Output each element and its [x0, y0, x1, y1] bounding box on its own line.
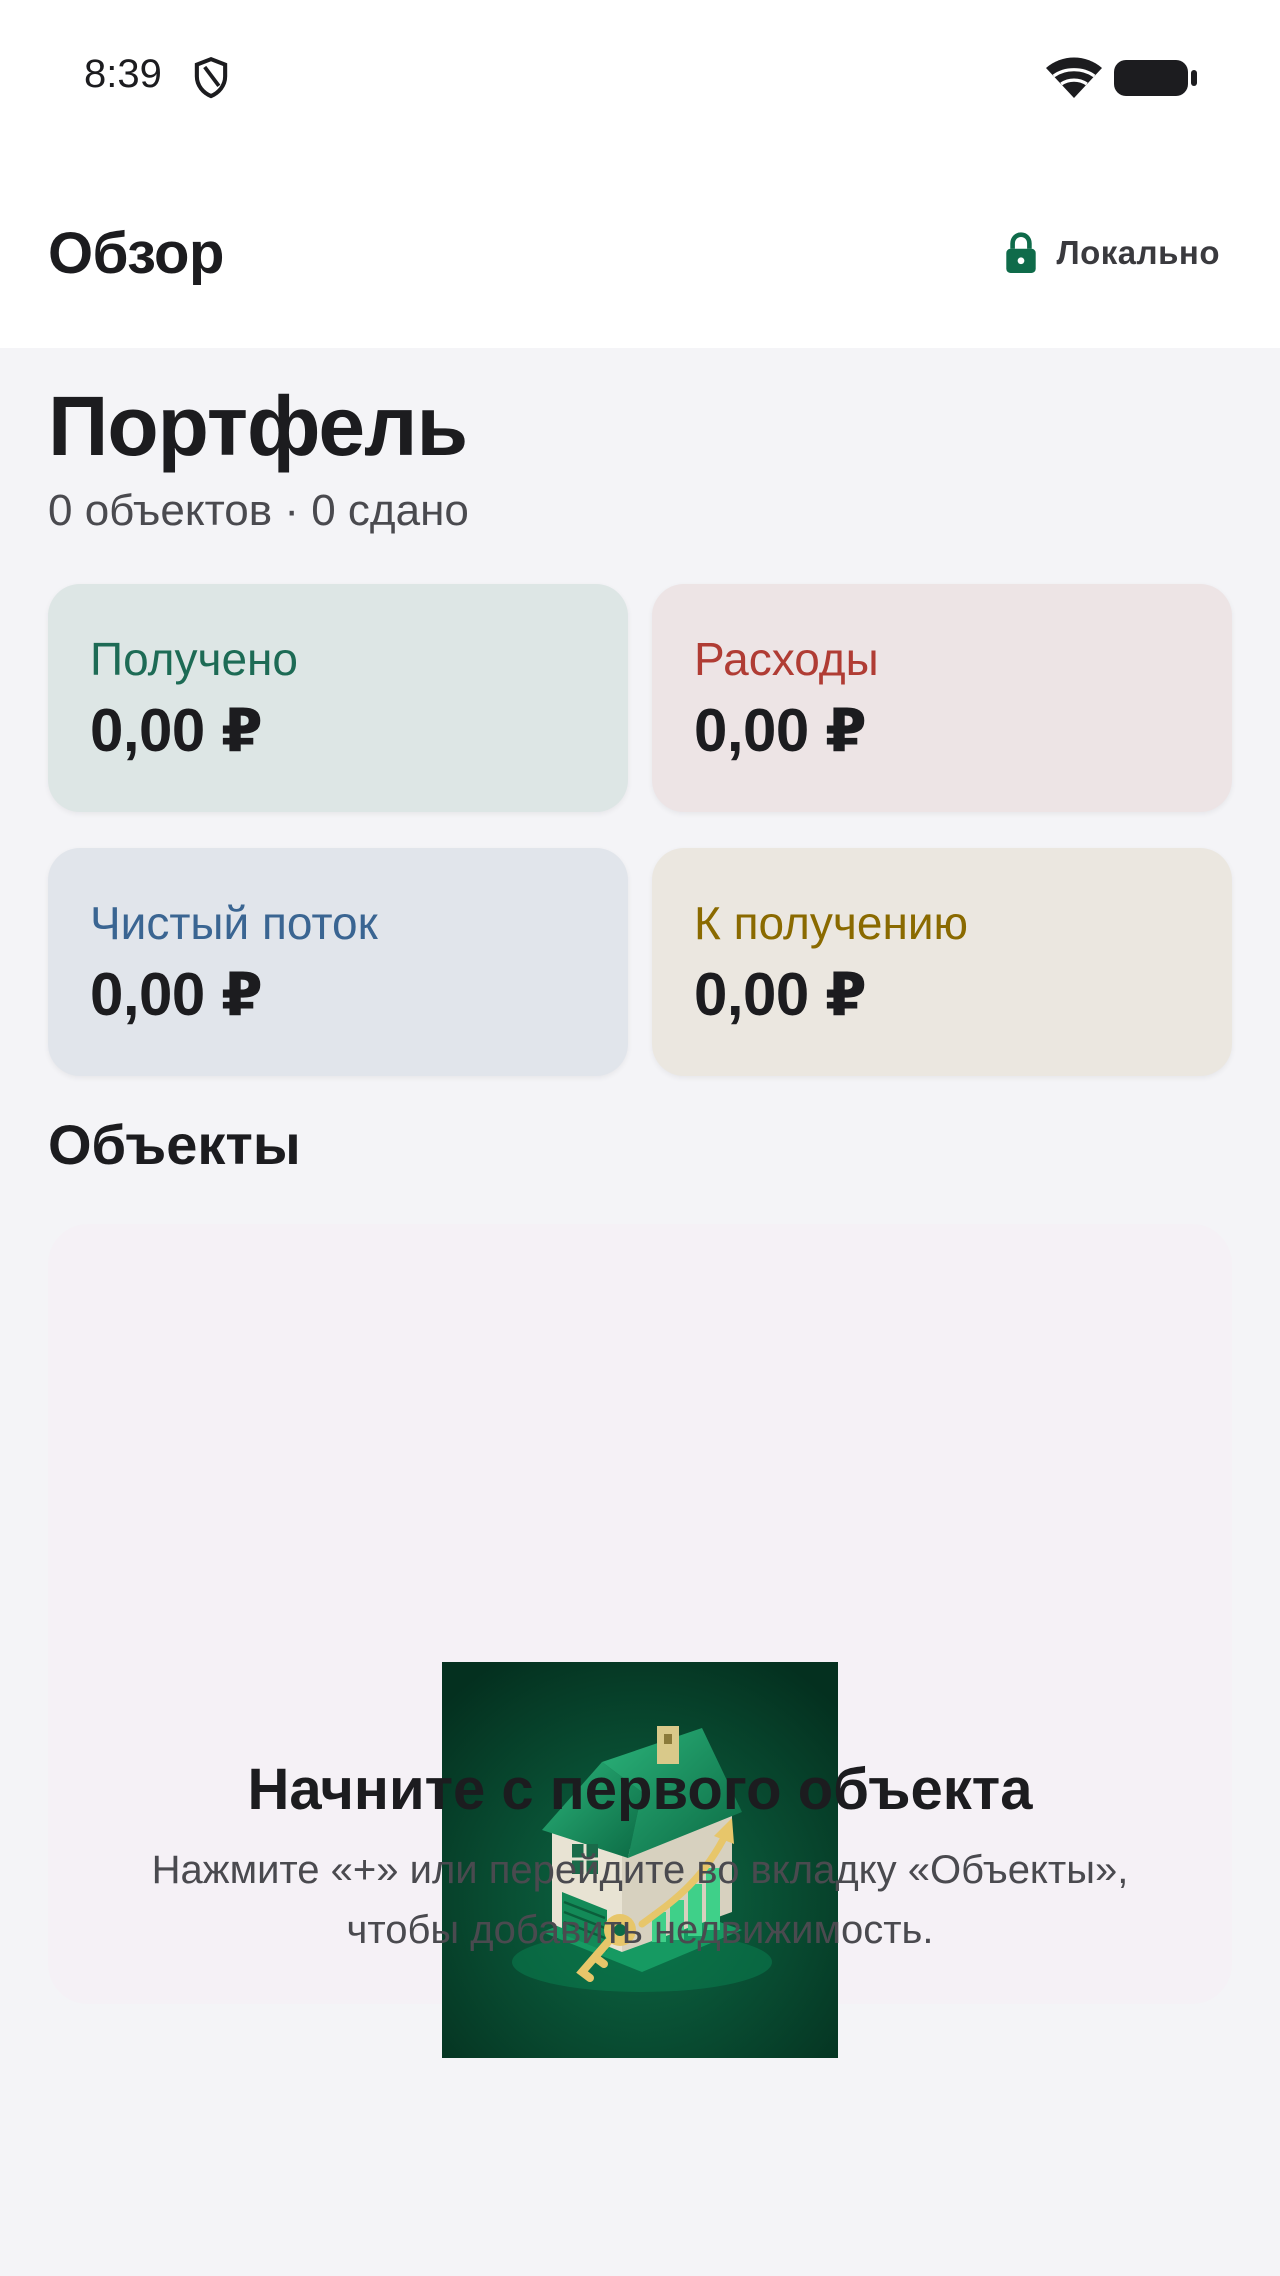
battery-icon — [1114, 60, 1197, 96]
shield-icon — [194, 56, 228, 99]
lock-icon — [1006, 232, 1037, 273]
portfolio-subtitle: 0 объектов · 0 сдано — [48, 486, 469, 535]
objects-section-title: Объекты — [48, 1113, 301, 1176]
page-title: Обзор — [48, 221, 224, 286]
stat-value: 0,00 ₽ — [694, 697, 867, 764]
storage-mode-chip[interactable]: Локально — [1004, 228, 1220, 278]
stat-card-received[interactable]: Получено 0,00 ₽ — [48, 584, 628, 812]
empty-state-title: Начните с первого объекта — [247, 1757, 1033, 1822]
stat-value: 0,00 ₽ — [90, 697, 263, 764]
stat-label: Получено — [90, 633, 299, 685]
stat-card-net-flow[interactable]: Чистый поток 0,00 ₽ — [48, 848, 628, 1076]
stat-value: 0,00 ₽ — [694, 961, 867, 1028]
stat-value: 0,00 ₽ — [90, 961, 263, 1028]
empty-state-text: Нажмите «+» или перейдите во вкладку «Об… — [151, 1848, 1129, 1952]
wifi-icon — [1046, 57, 1102, 98]
status-bar: 8:39 — [0, 0, 1280, 152]
stat-label: Чистый поток — [90, 897, 378, 949]
stat-label: Расходы — [694, 633, 879, 685]
stat-label: К получению — [694, 897, 969, 949]
status-time: 8:39 — [84, 52, 162, 96]
storage-mode-label: Локально — [1056, 234, 1220, 271]
app-bar: Обзор Локально — [0, 152, 1280, 348]
stat-card-receivable[interactable]: К получению 0,00 ₽ — [652, 848, 1232, 1076]
stat-card-expenses[interactable]: Расходы 0,00 ₽ — [652, 584, 1232, 812]
portfolio-title: Портфель — [48, 379, 468, 473]
